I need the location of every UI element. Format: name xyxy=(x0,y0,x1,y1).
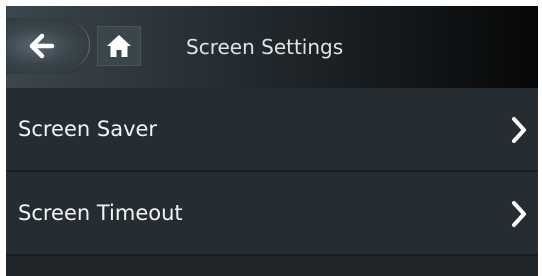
settings-menu: Screen Saver Screen Timeout xyxy=(6,88,538,256)
menu-item-label: Screen Timeout xyxy=(18,201,183,225)
back-arrow-icon xyxy=(29,33,55,59)
menu-item-screen-timeout[interactable]: Screen Timeout xyxy=(6,172,538,256)
chevron-right-icon xyxy=(512,201,526,227)
footer-strip xyxy=(6,256,538,276)
home-icon xyxy=(107,35,131,57)
home-button[interactable] xyxy=(97,26,141,66)
chevron-right-icon xyxy=(512,117,526,143)
menu-item-label: Screen Saver xyxy=(18,117,158,141)
header-bar: Screen Settings xyxy=(6,6,538,88)
screen-settings-window: Screen Settings Screen Saver Screen Time… xyxy=(6,6,538,276)
menu-item-screen-saver[interactable]: Screen Saver xyxy=(6,88,538,172)
page-title: Screen Settings xyxy=(186,35,344,59)
back-button[interactable] xyxy=(6,18,92,74)
